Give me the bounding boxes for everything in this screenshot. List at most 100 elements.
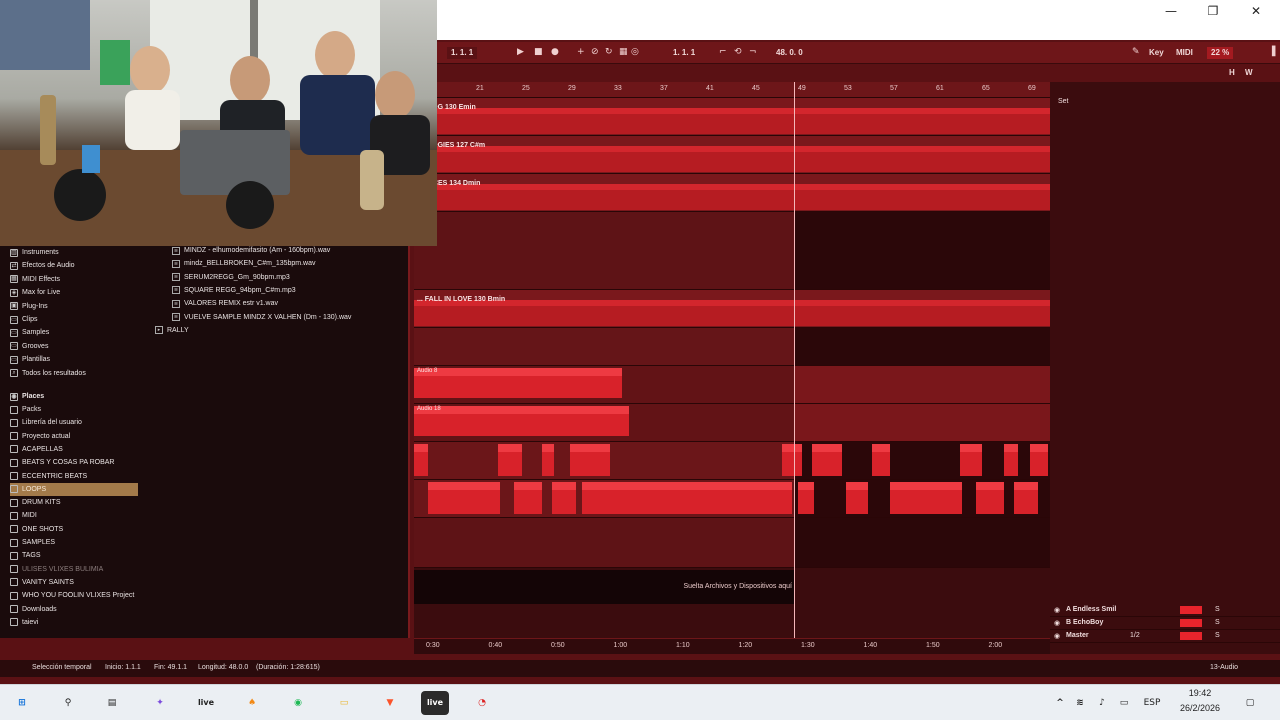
brave-icon[interactable]: ▼ [376, 691, 404, 715]
return-volume-box[interactable] [1180, 632, 1202, 640]
browser-category-0[interactable]: ▥ Instruments [10, 246, 59, 259]
audio-clip[interactable] [890, 482, 962, 514]
clock-time[interactable]: 19:42 [1175, 688, 1225, 698]
audio-clip[interactable] [782, 444, 802, 476]
places-item-12[interactable]: ULISES VLIXES BULIMIA [10, 563, 103, 576]
metronome-icon[interactable]: ◎ [631, 46, 639, 59]
notifications-icon[interactable]: ▢ [1236, 691, 1264, 715]
clock-date[interactable]: 26/2/2026 [1172, 703, 1228, 713]
browser-file-3[interactable]: ≋ SQUARE REGG_94bpm_C#m.mp3 [172, 284, 296, 297]
reenable-automation-icon[interactable]: ↻ [605, 46, 613, 59]
minimize-button[interactable]: — [1155, 2, 1187, 20]
return-solo[interactable]: S [1215, 606, 1220, 613]
ableton-taskbar-icon[interactable]: live [192, 691, 220, 715]
arrangement-track-2[interactable]: ...ANCES 134 Dmin [414, 174, 1050, 212]
loop-length[interactable]: 48. 0. 0 [772, 47, 807, 59]
loop-start[interactable]: 1. 1. 1 [669, 47, 699, 59]
audio-clip[interactable] [428, 482, 500, 514]
places-item-11[interactable]: TAGS [10, 549, 41, 562]
audio-clip[interactable] [414, 444, 428, 476]
browser-category-6[interactable]: ▭ Samples [10, 326, 49, 339]
automation-arm-icon[interactable]: ⊘ [591, 46, 599, 59]
audio-clip[interactable] [542, 444, 554, 476]
copilot-icon[interactable]: ✦ [146, 691, 174, 715]
browser-category-7[interactable]: ▭ Grooves [10, 340, 48, 353]
places-item-7[interactable]: DRUM KITS [10, 496, 61, 509]
hw-h-label[interactable]: H [1225, 67, 1239, 79]
return-solo[interactable]: S [1215, 632, 1220, 639]
audio-clip[interactable]: ...ALOGIES 127 C#m [414, 142, 1050, 172]
browser-category-2[interactable]: ▦ MIDI Effects [10, 273, 60, 286]
browser-category-5[interactable]: ▭ Clips [10, 313, 38, 326]
return-volume-box[interactable] [1180, 606, 1202, 614]
loop-switch-icon[interactable]: ⟲ [734, 46, 742, 59]
drop-zone[interactable]: Suelta Archivos y Dispositivos aquí [414, 570, 794, 604]
arrangement-track-1[interactable]: ...ALOGIES 127 C#m [414, 136, 1050, 174]
audio-clip[interactable]: ...ALOG 130 Emin [414, 104, 1050, 134]
spotify-icon[interactable]: ◉ [284, 691, 312, 715]
windows-start-icon[interactable]: ⊞ [8, 691, 36, 715]
audio-clip[interactable] [1004, 444, 1018, 476]
audio-clip[interactable] [1014, 482, 1038, 514]
browser-category-1[interactable]: ⇄ Efectos de Audio [10, 259, 75, 272]
key-map-button[interactable]: Key [1145, 47, 1168, 59]
fold-icon[interactable]: ◉ [1054, 606, 1060, 614]
stop-icon[interactable]: ■ [534, 46, 543, 59]
audio-clip[interactable] [498, 444, 522, 476]
fold-icon[interactable]: ◉ [1054, 632, 1060, 640]
play-icon[interactable]: ▶ [517, 46, 524, 59]
browser-file-5[interactable]: ≋ VUELVE SAMPLE MINDZ X VALHEN (Dm - 130)… [172, 311, 351, 324]
arrangement-track-9[interactable] [414, 480, 1050, 518]
return-name[interactable]: B EchoBoy [1066, 619, 1103, 626]
return-volume-box[interactable] [1180, 619, 1202, 627]
places-item-9[interactable]: ONE SHOTS [10, 523, 63, 536]
browser-file-2[interactable]: ≋ SERUM2REGG_Gm_90bpm.mp3 [172, 271, 290, 284]
places-item-13[interactable]: VANITY SAINTS [10, 576, 74, 589]
audio-clip[interactable]: Audio 8 [414, 368, 622, 398]
audio-clip[interactable] [798, 482, 814, 514]
audio-clip[interactable] [976, 482, 1004, 514]
places-item-3[interactable]: ACAPELLAS [10, 443, 63, 456]
task-view-icon[interactable]: ▤ [98, 691, 126, 715]
audio-clip[interactable] [570, 444, 610, 476]
audio-clip[interactable] [1030, 444, 1048, 476]
arrangement-track-10[interactable] [414, 518, 1050, 568]
audio-clip[interactable] [812, 444, 842, 476]
places-item-10[interactable]: SAMPLES [10, 536, 55, 549]
time-ruler[interactable]: 0:30 0:40 0:50 1:00 1:10 1:20 1:30 1:40 1:50 2:00 [414, 638, 1050, 654]
capture-midi-icon[interactable]: ▦ [619, 46, 628, 59]
places-item-6[interactable]: LOOPS [10, 482, 138, 496]
audio-clip[interactable] [582, 482, 792, 514]
places-item-2[interactable]: Proyecto actual [10, 430, 70, 443]
record-icon[interactable]: ● [551, 46, 559, 59]
audio-clip[interactable]: ...ANCES 134 Dmin [414, 180, 1050, 210]
places-item-15[interactable]: Downloads [10, 603, 57, 616]
audio-clip[interactable] [846, 482, 868, 514]
ableton-active-icon[interactable]: live [421, 691, 449, 715]
browser-category-3[interactable]: ◈ Max for Live [10, 286, 60, 299]
restore-button[interactable]: ❐ [1197, 2, 1229, 20]
audio-clip[interactable] [514, 482, 542, 514]
places-item-1[interactable]: Librería del usuario [10, 416, 82, 429]
obs-icon[interactable]: ◔ [468, 691, 496, 715]
overflow-icon[interactable]: ▌ [1272, 46, 1279, 59]
return-solo[interactable]: S [1215, 619, 1220, 626]
browser-category-9[interactable]: ⌕ Todos los resultados [10, 367, 86, 380]
browser-file-1[interactable]: ≋ mindz_BELLBROKEN_C#m_135bpm.wav [172, 257, 316, 270]
places-item-8[interactable]: MIDI [10, 509, 37, 522]
places-item-5[interactable]: ECCENTRIC BEATS [10, 470, 87, 483]
arrangement-track-6[interactable]: Audio 8 [414, 366, 1050, 404]
places-item-14[interactable]: WHO YOU FOOLIN VLIXES Project [10, 589, 134, 602]
search-icon[interactable]: ⚲ [54, 691, 82, 715]
hw-w-label[interactable]: W [1241, 67, 1257, 79]
browser-file-4[interactable]: ≋ VALORES REMIX estr v1.wav [172, 297, 278, 310]
places-item-4[interactable]: BEATS Y COSAS PA ROBAR [10, 456, 114, 469]
punch-out-icon[interactable]: ¬ [749, 46, 757, 59]
midi-map-button[interactable]: MIDI [1172, 47, 1197, 59]
places-item-0[interactable]: Packs [10, 403, 41, 416]
audio-clip[interactable]: Audio 18 [414, 406, 629, 436]
audio-clip[interactable]: ... FALL IN LOVE 130 Bmin [414, 296, 1050, 326]
browser-file-6[interactable]: ▸ RALLY [155, 324, 189, 337]
browser-category-4[interactable]: ▣ Plug-Ins [10, 300, 48, 313]
battery-icon[interactable]: ▭ [1110, 691, 1138, 715]
